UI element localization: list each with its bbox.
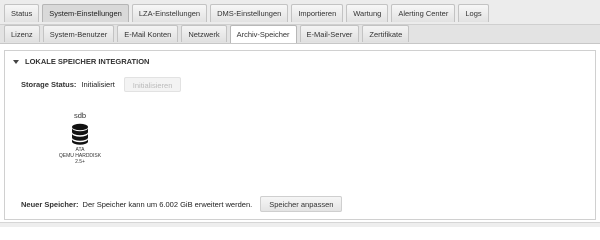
section-title: LOKALE SPEICHER INTEGRATION — [25, 57, 150, 66]
tab-alerting-center[interactable]: Alerting Center — [391, 4, 456, 22]
initialize-button[interactable]: Initialisieren — [123, 77, 182, 92]
subtab-netzwerk[interactable]: Netzwerk — [181, 25, 227, 42]
database-icon — [72, 123, 88, 145]
storage-panel: LOKALE SPEICHER INTEGRATION Storage Stat… — [4, 50, 596, 220]
disk-item[interactable]: sdb ATA QEMU HARDDISK 2.5+ — [57, 111, 103, 165]
disk-name: sdb — [73, 111, 87, 120]
tab-system-einstellungen[interactable]: System-Einstellungen — [42, 4, 129, 22]
storage-status-row: Storage Status: Initialisiert Initialisi… — [21, 77, 182, 92]
tab-wartung[interactable]: Wartung — [346, 4, 389, 22]
subtab-email-server[interactable]: E-Mail-Server — [299, 25, 360, 42]
storage-status-value: Initialisiert — [81, 80, 115, 89]
subtab-email-konten[interactable]: E-Mail Konten — [117, 25, 179, 42]
tab-importieren[interactable]: Importieren — [291, 4, 344, 22]
adjust-storage-button[interactable]: Speicher anpassen — [260, 196, 343, 212]
new-storage-label: Neuer Speicher: — [21, 199, 79, 209]
disk-size: 2.5+ — [75, 159, 85, 165]
subtab-lizenz[interactable]: Lizenz — [4, 25, 40, 42]
main-tabs: Status System-Einstellungen LZA-Einstell… — [4, 4, 489, 22]
new-storage-row: Neuer Speicher: Der Speicher kann um 6.0… — [21, 196, 343, 212]
tab-dms-einstellungen[interactable]: DMS-Einstellungen — [210, 4, 289, 22]
tab-logs[interactable]: Logs — [458, 4, 489, 22]
sub-tab-bar: Lizenz System-Benutzer E-Mail Konten Net… — [0, 25, 600, 44]
main-tab-bar: Status System-Einstellungen LZA-Einstell… — [0, 0, 600, 25]
subtab-system-benutzer[interactable]: System-Benutzer — [42, 25, 115, 42]
tab-status[interactable]: Status — [4, 4, 40, 22]
section-header[interactable]: LOKALE SPEICHER INTEGRATION — [13, 57, 149, 66]
sub-tabs: Lizenz System-Benutzer E-Mail Konten Net… — [4, 25, 410, 43]
subtab-archiv-speicher[interactable]: Archiv-Speicher — [229, 25, 297, 43]
next-section-strip — [0, 222, 600, 227]
subtab-zertifikate[interactable]: Zertifikate — [362, 25, 410, 42]
tab-lza-einstellungen[interactable]: LZA-Einstellungen — [131, 4, 208, 22]
new-storage-text: Der Speicher kann um 6.002 GiB erweitert… — [82, 199, 253, 209]
caret-down-icon[interactable] — [13, 59, 19, 64]
storage-status-label: Storage Status: — [21, 80, 77, 89]
